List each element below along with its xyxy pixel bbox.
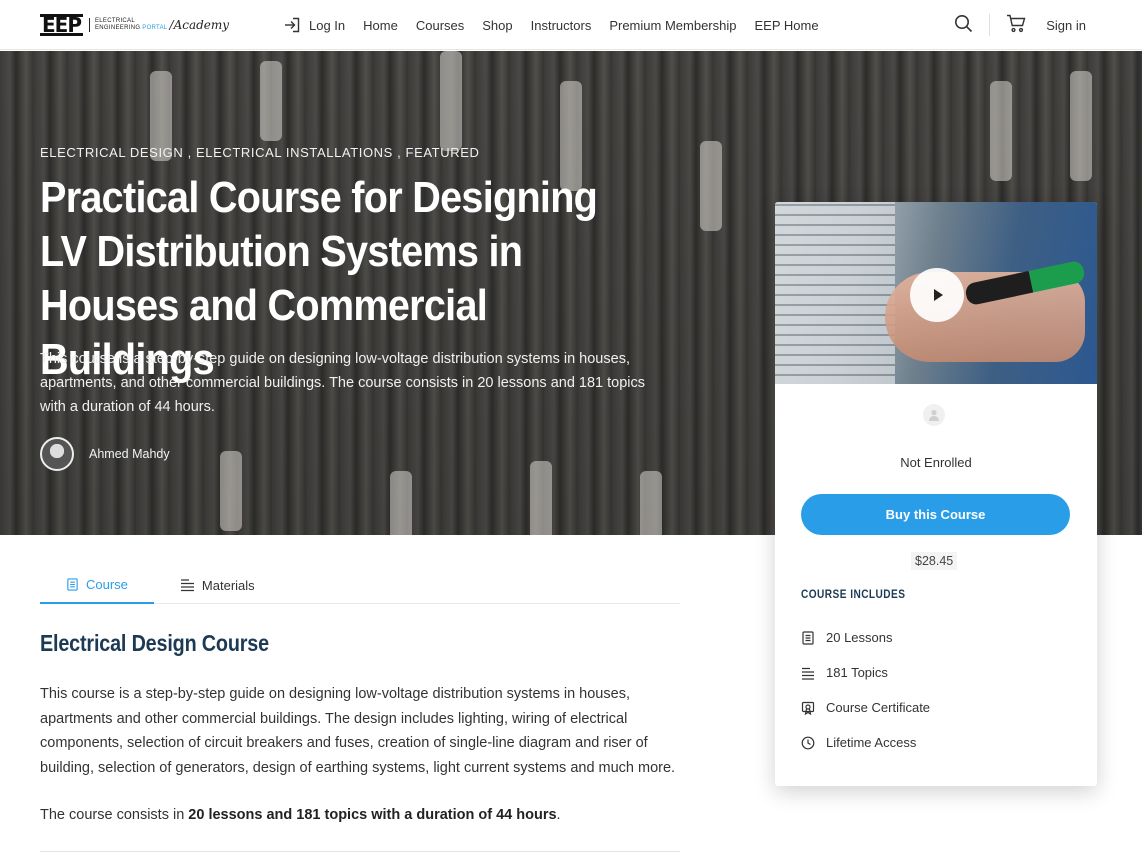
course-description: This course is a step-by-step guide on d… bbox=[40, 351, 646, 415]
course-price: $28.45 bbox=[911, 552, 958, 570]
logo-academy: /Academy bbox=[169, 18, 230, 32]
header-divider bbox=[989, 14, 991, 36]
hero-background-decor bbox=[390, 471, 412, 535]
certificate-icon bbox=[801, 701, 815, 715]
search-icon[interactable] bbox=[954, 14, 973, 36]
content-divider bbox=[40, 851, 680, 852]
hero-background-decor bbox=[260, 61, 282, 141]
document-icon bbox=[67, 578, 78, 591]
includes-topics-label: 181 Topics bbox=[826, 665, 888, 680]
course-tabs: Course Materials bbox=[40, 567, 680, 604]
includes-lifetime-access-label: Lifetime Access bbox=[826, 735, 917, 750]
logo-subtitle: ELECTRICAL ENGINEERING PORTAL bbox=[88, 18, 168, 32]
summary-prefix: The course consists in bbox=[40, 807, 189, 823]
includes-lifetime-access: Lifetime Access bbox=[801, 725, 930, 760]
summary-highlight: 20 lessons and 181 topics with a duratio… bbox=[188, 807, 557, 823]
nav-premium-membership[interactable]: Premium Membership bbox=[609, 18, 736, 33]
login-arrow-icon bbox=[285, 17, 300, 33]
site-logo[interactable]: EEP ELECTRICAL ENGINEERING PORTAL /Acade… bbox=[40, 12, 229, 38]
includes-topics: 181 Topics bbox=[801, 655, 930, 690]
tab-materials[interactable]: Materials bbox=[154, 567, 281, 603]
play-button[interactable] bbox=[910, 268, 964, 322]
course-includes-title: COURSE INCLUDES bbox=[801, 589, 906, 601]
tab-course[interactable]: Course bbox=[40, 567, 154, 604]
course-purchase-card: Not Enrolled Buy this Course $28.45 COUR… bbox=[775, 202, 1097, 786]
video-thumbnail-panel bbox=[775, 202, 895, 384]
header-tools: Sign in bbox=[954, 0, 1086, 50]
course-includes-list: 20 Lessons 181 Topics Course Certificate… bbox=[801, 620, 930, 760]
logo-mark: EEP bbox=[40, 13, 83, 37]
tab-materials-label: Materials bbox=[201, 577, 255, 593]
login-label: Log In bbox=[309, 17, 346, 33]
main-nav: Log In Home Courses Shop Instructors Pre… bbox=[284, 0, 837, 50]
hero-background-decor bbox=[440, 51, 462, 151]
site-header: EEP ELECTRICAL ENGINEERING PORTAL /Acade… bbox=[0, 0, 1142, 50]
author-avatar[interactable] bbox=[40, 437, 74, 471]
course-categories[interactable]: ELECTRICAL DESIGN , ELECTRICAL INSTALLAT… bbox=[40, 145, 479, 160]
signin-link[interactable]: Sign in bbox=[1046, 18, 1086, 33]
hero-background-decor bbox=[220, 451, 242, 531]
enrollment-status: Not Enrolled bbox=[900, 455, 972, 470]
hero-background-decor bbox=[640, 471, 662, 535]
nav-instructors[interactable]: Instructors bbox=[531, 18, 592, 33]
nav-shop[interactable]: Shop bbox=[482, 18, 512, 33]
includes-certificate-label: Course Certificate bbox=[826, 700, 931, 715]
course-author[interactable]: Ahmed Mahdy bbox=[40, 437, 170, 471]
includes-lessons-label: 20 Lessons bbox=[826, 630, 893, 645]
hero-background-decor bbox=[1070, 71, 1092, 181]
play-icon bbox=[934, 289, 943, 301]
list-icon bbox=[180, 579, 194, 592]
document-icon bbox=[802, 630, 814, 645]
section-title: Electrical Design Course bbox=[40, 630, 269, 656]
course-summary-paragraph: The course consists in 20 lessons and 18… bbox=[40, 803, 680, 827]
cart-icon[interactable] bbox=[1006, 14, 1026, 36]
tab-course-label: Course bbox=[86, 577, 128, 592]
hero-background-decor bbox=[990, 81, 1012, 181]
buy-course-button[interactable]: Buy this Course bbox=[801, 494, 1070, 535]
nav-eep-home[interactable]: EEP Home bbox=[754, 18, 818, 33]
list-icon bbox=[802, 667, 814, 680]
hero-background-decor bbox=[530, 461, 552, 535]
user-icon bbox=[923, 404, 945, 426]
includes-certificate: Course Certificate bbox=[801, 690, 930, 725]
summary-suffix: . bbox=[556, 807, 561, 823]
login-link[interactable]: Log In bbox=[284, 17, 345, 33]
nav-courses[interactable]: Courses bbox=[416, 18, 464, 33]
course-overview-paragraph: This course is a step-by-step guide on d… bbox=[40, 686, 676, 776]
course-preview-video[interactable] bbox=[775, 202, 1097, 384]
author-name[interactable]: Ahmed Mahdy bbox=[89, 447, 170, 461]
hero-background-decor bbox=[700, 141, 722, 231]
includes-lessons: 20 Lessons bbox=[801, 620, 930, 655]
nav-home[interactable]: Home bbox=[363, 18, 398, 33]
clock-icon bbox=[801, 736, 815, 749]
